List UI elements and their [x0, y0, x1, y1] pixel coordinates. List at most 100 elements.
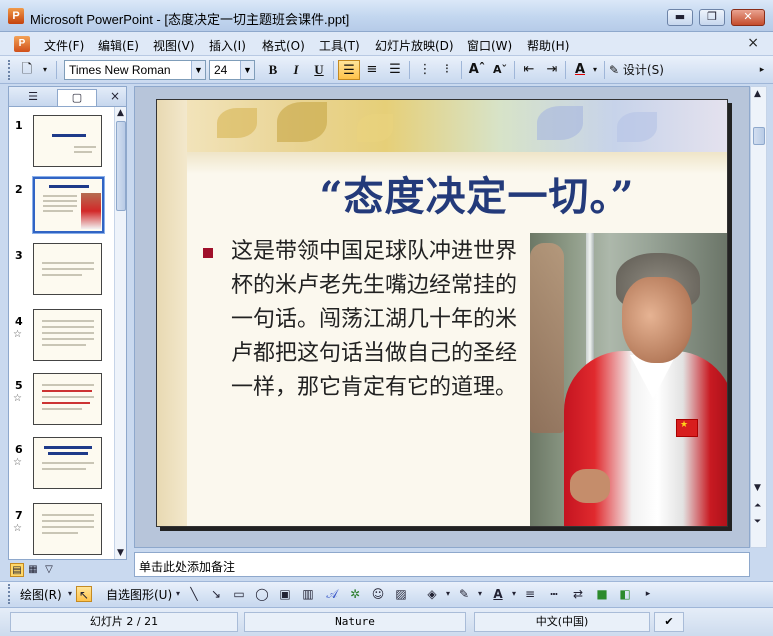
bold-button[interactable]: B	[262, 60, 284, 80]
previous-slide-icon[interactable]: ⏶	[754, 501, 761, 511]
line-style-icon[interactable]: ≡	[522, 586, 538, 602]
fill-color-icon[interactable]: ◈	[424, 586, 440, 602]
draw-menu-button[interactable]: 绘图(R)	[20, 586, 62, 603]
toolbar-options-icon[interactable]: ▸	[640, 586, 656, 602]
dash-style-icon[interactable]: ┅	[546, 586, 562, 602]
slide-thumbnail-2[interactable]	[32, 176, 105, 234]
menu-slideshow[interactable]: 幻灯片放映(D)	[375, 37, 454, 54]
slide-number: 5	[15, 379, 23, 392]
slide-thumbnail-4[interactable]	[33, 309, 102, 361]
normal-view-icon[interactable]: ▤	[10, 563, 24, 577]
china-flag-badge	[676, 419, 698, 437]
scrollbar-thumb[interactable]	[116, 121, 126, 211]
draw-font-color-icon[interactable]: A	[490, 586, 506, 602]
font-size-dropdown-icon[interactable]: ▼	[240, 61, 254, 79]
font-color-button[interactable]: A	[569, 60, 591, 80]
menu-format[interactable]: 格式(O)	[262, 37, 305, 54]
panel-tabs: ☰ ▢ ×	[9, 87, 126, 107]
thumbnail-scrollbar[interactable]: ▲ ▼	[114, 107, 126, 559]
slide-sorter-view-icon[interactable]: ▦	[26, 563, 40, 577]
shadow-style-icon[interactable]: ■	[594, 586, 610, 602]
menu-tools[interactable]: 工具(T)	[319, 37, 360, 54]
menu-file[interactable]: 文件(F)	[44, 37, 84, 54]
3d-style-icon[interactable]: ◧	[617, 586, 633, 602]
slideshow-view-icon[interactable]: ▽	[42, 563, 56, 577]
slide-scrollbar[interactable]: ▲ ▼ ⏶ ⏷	[750, 86, 767, 548]
autoshapes-button[interactable]: 自选图形(U)	[106, 586, 172, 603]
new-document-icon[interactable]: 🗋	[16, 60, 38, 80]
powerpoint-app-icon[interactable]: P	[8, 8, 24, 24]
wordart-icon[interactable]: 𝒜	[324, 586, 340, 602]
scroll-up-icon[interactable]: ▲	[754, 89, 761, 99]
font-name-dropdown-icon[interactable]: ▼	[191, 61, 205, 79]
slide-photo[interactable]	[530, 233, 727, 526]
increase-indent-icon[interactable]: ⇥	[541, 60, 563, 80]
align-center-icon[interactable]: ≡	[361, 60, 383, 80]
scroll-down-icon[interactable]: ▼	[117, 548, 124, 558]
slide-thumbnail-5[interactable]	[33, 373, 102, 425]
align-left-icon[interactable]: ☰	[338, 60, 360, 80]
numbering-icon[interactable]: ⋮	[414, 60, 436, 80]
diagram-icon[interactable]: ✲	[347, 586, 363, 602]
slide-thumbnail-6[interactable]	[33, 437, 102, 489]
rectangle-tool-icon[interactable]: ▭	[231, 586, 247, 602]
spelling-check-icon[interactable]: ✔	[654, 612, 684, 632]
menu-window[interactable]: 窗口(W)	[467, 37, 512, 54]
font-color-dropdown-icon[interactable]: ▾	[589, 60, 601, 80]
underline-button[interactable]: U	[308, 60, 330, 80]
decrease-indent-icon[interactable]: ⇤	[518, 60, 540, 80]
line-color-dropdown-icon[interactable]: ▾	[472, 586, 488, 602]
scroll-up-icon[interactable]: ▲	[117, 108, 124, 118]
select-pointer-icon[interactable]: ↖	[76, 586, 92, 602]
line-tool-icon[interactable]: ╲	[186, 586, 202, 602]
bullets-icon[interactable]: ⁝	[436, 60, 458, 80]
next-slide-icon[interactable]: ⏷	[754, 517, 761, 527]
slide-thumbnail-3[interactable]	[33, 243, 102, 295]
document-icon[interactable]: P	[14, 36, 30, 52]
arrow-style-icon[interactable]: ⇄	[570, 586, 586, 602]
menu-view[interactable]: 视图(V)	[153, 37, 195, 54]
textbox-tool-icon[interactable]: ▣	[277, 586, 293, 602]
vertical-textbox-icon[interactable]: ▥	[300, 586, 316, 602]
clipart-icon[interactable]: ☺	[370, 586, 386, 602]
current-slide[interactable]: “态度决定一切。” 这是带领中国足球队冲进世界杯的米卢老先生嘴边经常挂的一句话。…	[156, 99, 728, 527]
line-color-icon[interactable]: ✎	[456, 586, 472, 602]
restore-button[interactable]: ❐	[699, 9, 725, 26]
font-name-box[interactable]: Times New Roman ▼	[64, 60, 206, 80]
tab-slides[interactable]: ▢	[57, 89, 97, 106]
italic-button[interactable]: I	[285, 60, 307, 80]
close-document-icon[interactable]: ×	[747, 35, 759, 51]
language-indicator[interactable]: 中文(中国)	[474, 612, 650, 632]
menu-help[interactable]: 帮助(H)	[527, 37, 569, 54]
menu-edit[interactable]: 编辑(E)	[98, 37, 139, 54]
minimize-button[interactable]: ▬	[667, 9, 693, 26]
oval-tool-icon[interactable]: ◯	[254, 586, 270, 602]
font-size-box[interactable]: 24 ▼	[209, 60, 255, 80]
fill-color-dropdown-icon[interactable]: ▾	[440, 586, 456, 602]
slide-thumbnail-7[interactable]	[33, 503, 102, 555]
increase-font-size-icon[interactable]: Aˆ	[466, 60, 488, 80]
notes-pane[interactable]: 单击此处添加备注	[134, 552, 750, 577]
align-right-icon[interactable]: ☰	[384, 60, 406, 80]
design-button[interactable]: ✎ 设计(S)	[609, 60, 671, 80]
arrow-tool-icon[interactable]: ↘	[208, 586, 224, 602]
draw-font-color-dropdown-icon[interactable]: ▾	[506, 586, 522, 602]
close-panel-icon[interactable]: ×	[110, 89, 120, 103]
picture-icon[interactable]: ▨	[393, 586, 409, 602]
toolbar-options-icon[interactable]: ▸	[755, 60, 769, 80]
close-window-button[interactable]: ✕	[731, 9, 765, 26]
slide-thumbnail-1[interactable]	[33, 115, 102, 167]
slide-body-text[interactable]: 这是带领中国足球队冲进世界杯的米卢老先生嘴边经常挂的一句话。闯荡江湖几十年的米卢…	[231, 235, 527, 405]
tab-outline[interactable]: ☰	[13, 89, 53, 106]
slide-title[interactable]: “态度决定一切。”	[267, 164, 687, 222]
scroll-down-icon[interactable]: ▼	[754, 483, 761, 493]
autoshapes-dropdown-icon[interactable]: ▾	[170, 586, 186, 602]
decrease-font-size-icon[interactable]: Aˇ	[489, 60, 511, 80]
design-template-indicator[interactable]: Nature	[244, 612, 466, 632]
toolbar-separator	[514, 61, 515, 79]
toolbar-grip[interactable]	[8, 584, 11, 604]
menu-insert[interactable]: 插入(I)	[209, 37, 246, 54]
toolbar-grip[interactable]	[8, 60, 11, 80]
scrollbar-thumb[interactable]	[753, 127, 765, 145]
new-dropdown-icon[interactable]: ▾	[38, 60, 52, 80]
